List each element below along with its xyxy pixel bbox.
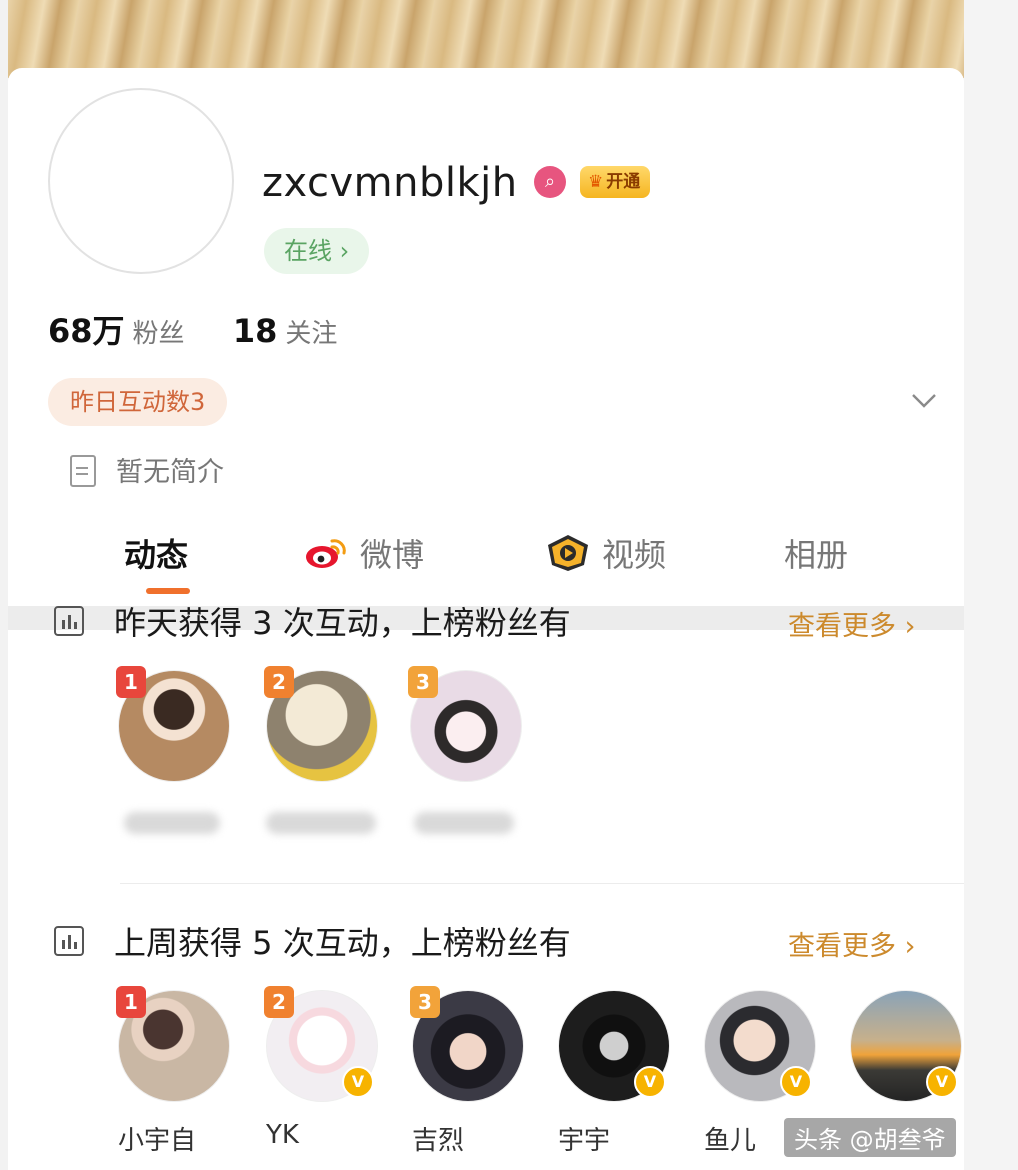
lastweek-see-more-link[interactable]: 查看更多 › (788, 924, 915, 963)
fan-avatar-item[interactable]: 1 小宇自 (116, 986, 230, 1156)
followers-count: 68万 (48, 312, 125, 350)
following-count: 18 (232, 312, 278, 350)
tab-feed-label: 动态 (124, 536, 189, 574)
profile-avatar[interactable] (48, 88, 234, 274)
fan-name: 宇宇 (558, 1126, 611, 1156)
fan-name: 鱼儿 (704, 1126, 757, 1156)
blurred-name (414, 812, 514, 834)
vip-label: 开通 (606, 172, 641, 192)
rank-badge: 2 (264, 986, 294, 1018)
video-icon (548, 535, 588, 571)
fan-name: YK (266, 1120, 299, 1150)
section-divider (120, 883, 964, 884)
document-icon (70, 455, 96, 487)
fan-avatar-item[interactable]: V 鱼儿 (704, 990, 816, 1156)
tab-album[interactable]: 相册 (784, 530, 848, 576)
rank-badge: 2 (264, 666, 294, 698)
profile-tabs: 动态 微博 视频 相册 (8, 530, 964, 600)
tab-video-label: 视频 (602, 536, 667, 574)
rank-badge: 1 (116, 666, 146, 698)
verified-icon: V (926, 1066, 958, 1098)
fan-avatar-item[interactable]: 3 吉烈 (410, 986, 524, 1156)
fan-avatar-item[interactable]: 2 (264, 666, 378, 834)
active-tab-indicator (146, 588, 190, 594)
verified-icon: V (342, 1066, 374, 1098)
section-yesterday-text: 昨天获得 3 次互动，上榜粉丝有 (114, 604, 571, 642)
followers-label: 粉丝 (132, 319, 185, 349)
verified-icon: V (634, 1066, 666, 1098)
rank-badge: 3 (408, 666, 438, 698)
yesterday-see-more-link[interactable]: 查看更多 › (788, 604, 915, 643)
section-lastweek-text: 上周获得 5 次互动，上榜粉丝有 (114, 924, 571, 962)
fan-name: 吉烈 (412, 1126, 465, 1156)
rank-badge: 1 (116, 986, 146, 1018)
fan-avatar-item[interactable]: 1 (116, 666, 230, 834)
profile-card: zxcvmnblkjh ⌕ ♛ 开通 在线 › 68万 粉丝 18 关注 昨日互动数3… (8, 68, 964, 1170)
fan-avatar-item[interactable]: 3 (408, 666, 522, 834)
weibo-icon (306, 539, 346, 568)
fan-avatar-item[interactable]: 2 V YK (264, 986, 378, 1150)
watermark: 头条 @胡叁爷 (784, 1118, 956, 1157)
bar-chart-icon (54, 926, 84, 956)
side-strip (964, 0, 1018, 1170)
following-label: 关注 (285, 319, 338, 349)
tab-feed[interactable]: 动态 (124, 530, 188, 576)
fan-name: 小宇自 (118, 1126, 197, 1156)
search-icon[interactable]: ⌕ (534, 166, 566, 198)
verified-icon: V (780, 1066, 812, 1098)
section-yesterday-title: 昨天获得 3 次互动，上榜粉丝有 (54, 598, 571, 644)
tab-video[interactable]: 视频 (546, 530, 666, 576)
tab-album-label: 相册 (784, 536, 849, 574)
profile-stats: 68万 粉丝 18 关注 (48, 306, 377, 352)
crown-icon: ♛ (588, 172, 604, 192)
blurred-name (124, 812, 220, 834)
bar-chart-icon (54, 606, 84, 636)
bio-text: 暂无简介 (116, 457, 224, 488)
fan-avatar-item[interactable]: V (850, 990, 962, 1102)
fan-avatar-item[interactable]: V 宇宇 (558, 990, 670, 1156)
section-lastweek-title: 上周获得 5 次互动，上榜粉丝有 (54, 918, 571, 964)
chevron-down-icon[interactable] (910, 386, 938, 414)
vip-open-badge[interactable]: ♛ 开通 (580, 166, 651, 198)
bio: 暂无简介 (70, 450, 224, 489)
following-stat[interactable]: 18 关注 (233, 312, 338, 350)
followers-stat[interactable]: 68万 粉丝 (48, 306, 185, 352)
username: zxcvmnblkjh (262, 160, 518, 206)
tab-weibo[interactable]: 微博 (304, 530, 424, 576)
rank-badge: 3 (410, 986, 440, 1018)
blurred-name (266, 812, 376, 834)
interaction-count-badge[interactable]: 昨日互动数3 (48, 378, 228, 426)
profile-cover-image (8, 0, 964, 78)
tab-weibo-label: 微博 (360, 536, 425, 574)
online-status-button[interactable]: 在线 › (264, 228, 370, 274)
